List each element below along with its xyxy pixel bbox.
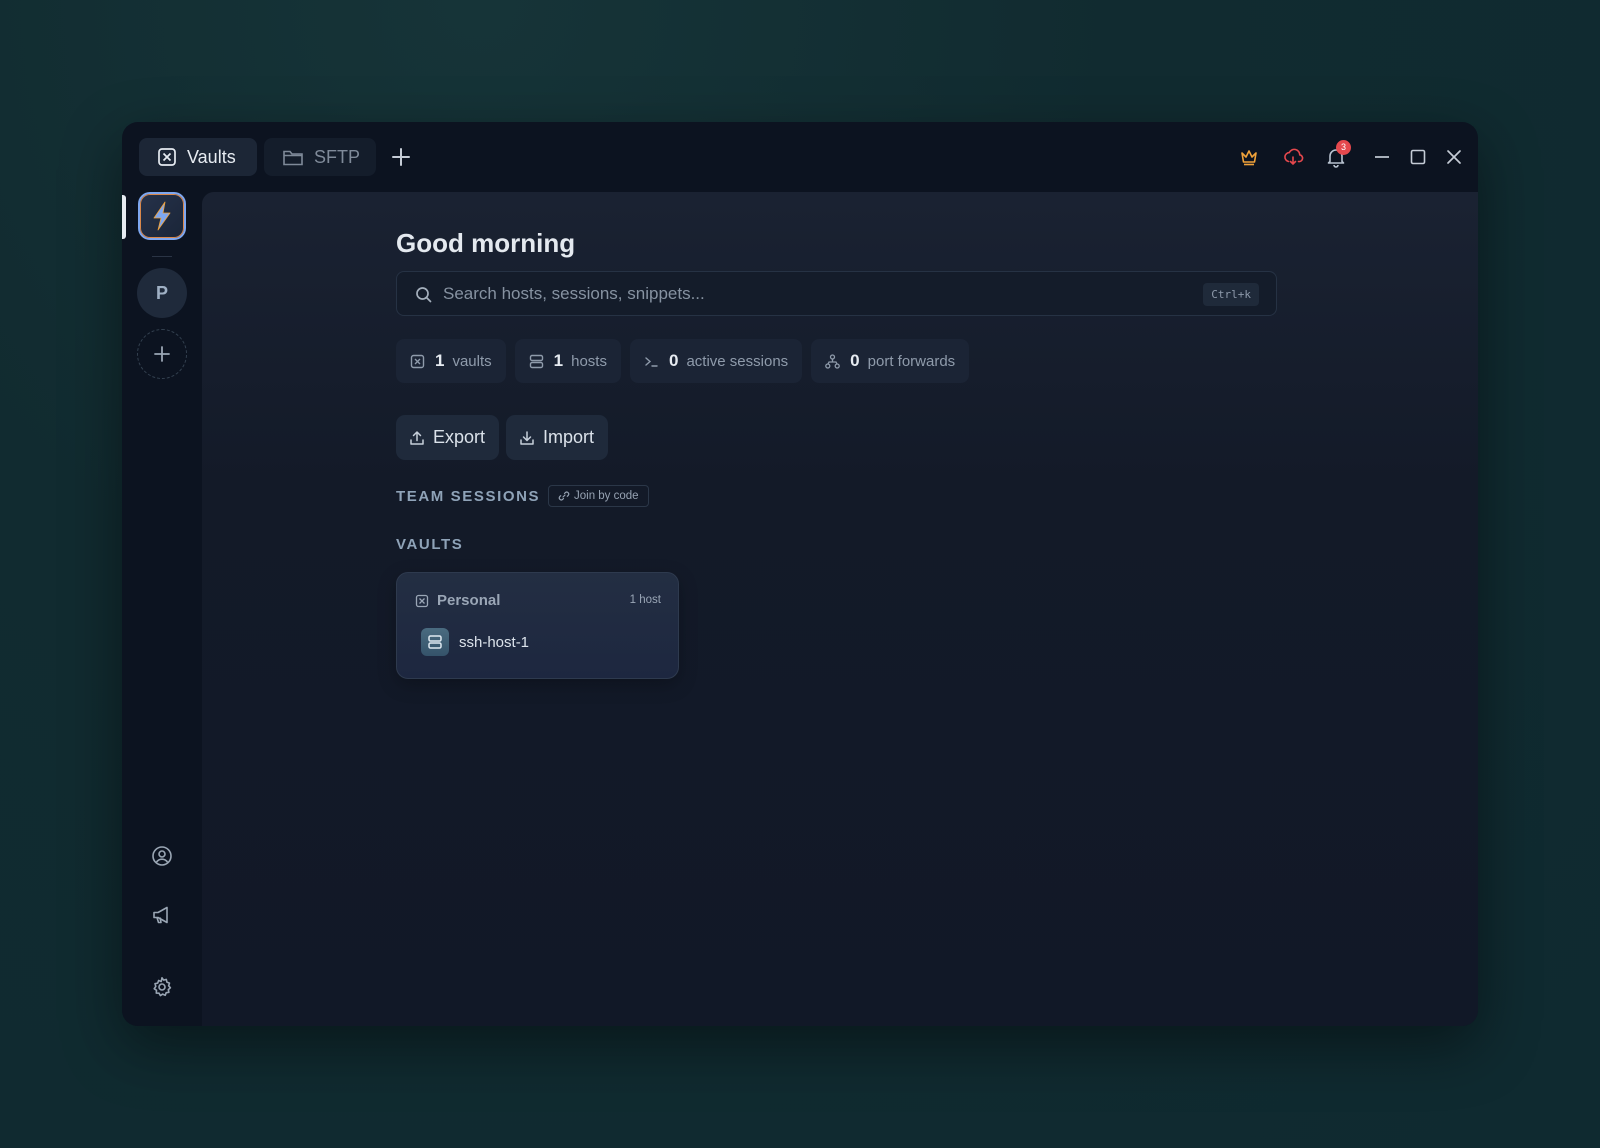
tab-vaults[interactable]: Vaults (139, 138, 257, 176)
stat-label: active sessions (686, 352, 789, 370)
download-icon (519, 430, 535, 446)
vault-icon (415, 594, 429, 608)
avatar-letter: P (155, 282, 168, 303)
vault-icon (157, 147, 177, 167)
rail-divider (152, 256, 172, 257)
minimize-icon[interactable] (1371, 146, 1393, 168)
stat-label: port forwards (867, 352, 956, 370)
active-indicator (122, 195, 126, 239)
vault-card-personal[interactable]: Personal 1 host ssh-host-1 (396, 572, 679, 679)
vault-icon (410, 354, 425, 369)
title-bar: Vaults SFTP 3 (122, 122, 1478, 192)
join-by-code-button[interactable]: Join by code (548, 485, 649, 507)
maximize-icon[interactable] (1407, 146, 1429, 168)
stat-value: 0 (668, 351, 679, 370)
shortcut-hint: Ctrl+k (1203, 283, 1259, 306)
add-vault-button[interactable] (137, 329, 187, 379)
app-window: Vaults SFTP 3 P Good morning Search host… (122, 122, 1478, 1026)
app-logo-button[interactable] (138, 192, 186, 240)
bell-icon[interactable]: 3 (1325, 140, 1351, 168)
team-sessions-heading: TEAM SESSIONS (396, 488, 541, 505)
stat-label: hosts (571, 352, 607, 370)
stat-vaults[interactable]: 1 vaults (396, 339, 506, 383)
terminal-icon (644, 354, 659, 369)
import-label: Import (543, 427, 595, 447)
vault-avatar[interactable]: P (137, 268, 187, 318)
tab-label: SFTP (314, 146, 361, 167)
main-panel: Good morning Ctrl+k 1 vaults (202, 192, 1478, 1026)
user-circle-icon[interactable] (150, 844, 174, 868)
host-count: 1 host (629, 594, 661, 606)
server-icon (421, 628, 449, 656)
export-label: Export (433, 427, 486, 447)
stat-value: 1 (435, 351, 445, 370)
vault-rail: P (122, 192, 202, 1026)
join-label: Join by code (574, 490, 639, 502)
search-icon (415, 286, 432, 303)
vault-name: Personal (437, 592, 501, 609)
crown-icon[interactable] (1238, 146, 1260, 168)
stat-value: 1 (553, 351, 564, 370)
server-icon (529, 354, 544, 369)
megaphone-icon[interactable] (150, 903, 174, 927)
new-tab-button[interactable] (390, 146, 412, 168)
search-bar[interactable]: Ctrl+k (396, 271, 1277, 316)
link-icon (558, 490, 570, 502)
folder-icon (282, 147, 304, 167)
host-item[interactable]: ssh-host-1 (421, 628, 529, 656)
stat-hosts[interactable]: 1 hosts (514, 339, 621, 383)
tab-sftp[interactable]: SFTP (264, 138, 376, 176)
vaults-heading: VAULTS (396, 536, 464, 553)
tab-label: Vaults (187, 146, 236, 167)
plus-icon (154, 346, 170, 362)
gear-icon[interactable] (150, 975, 174, 999)
export-button[interactable]: Export (396, 415, 500, 460)
stat-port-forwards[interactable]: 0 port forwards (811, 339, 970, 383)
host-name: ssh-host-1 (459, 633, 530, 651)
import-button[interactable]: Import (506, 415, 609, 460)
upload-icon (409, 430, 425, 446)
network-icon (825, 353, 841, 369)
notification-badge: 3 (1336, 140, 1351, 155)
actions-row: Export Import (396, 415, 609, 460)
stat-active-sessions[interactable]: 0 active sessions (629, 339, 803, 383)
lightning-icon (153, 201, 171, 231)
search-input[interactable] (443, 272, 1183, 315)
stat-label: vaults (452, 352, 492, 370)
stat-value: 0 (850, 351, 860, 370)
close-icon[interactable] (1443, 146, 1465, 168)
stats-row: 1 vaults 1 hosts 0 active sessions 0 por… (396, 339, 970, 383)
cloud-sync-icon[interactable] (1282, 146, 1304, 168)
page-title: Good morning (396, 228, 576, 258)
